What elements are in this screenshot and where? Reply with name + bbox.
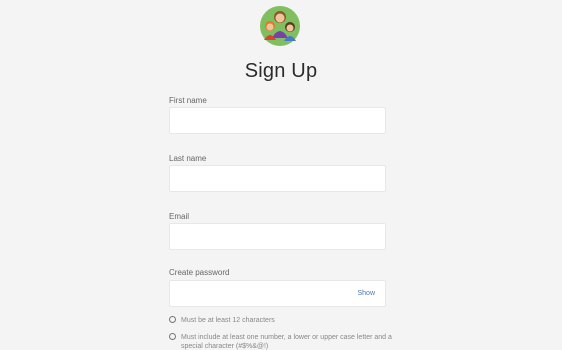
- radio-circle-icon: [169, 316, 176, 323]
- first-name-input[interactable]: [169, 107, 386, 134]
- first-name-label: First name: [169, 96, 207, 105]
- password-requirement-length: Must be at least 12 characters: [169, 316, 394, 325]
- page-title: Sign Up: [244, 60, 318, 82]
- family-avatar-icon: [257, 4, 303, 48]
- radio-circle-icon: [169, 333, 176, 340]
- last-name-label: Last name: [169, 154, 207, 163]
- email-input[interactable]: [169, 223, 386, 250]
- password-label: Create password: [169, 268, 230, 277]
- password-requirement-characters: Must include at least one number, a lowe…: [169, 333, 394, 350]
- last-name-input[interactable]: [169, 165, 386, 192]
- email-label: Email: [169, 212, 190, 221]
- show-password-button[interactable]: Show: [357, 290, 375, 297]
- requirement-text: Must be at least 12 characters: [181, 317, 275, 324]
- requirement-text: Must include at least one number, a lowe…: [181, 334, 392, 350]
- signup-page: Sign Up First name Last name Email Creat…: [0, 0, 562, 350]
- password-input[interactable]: Show: [169, 280, 386, 307]
